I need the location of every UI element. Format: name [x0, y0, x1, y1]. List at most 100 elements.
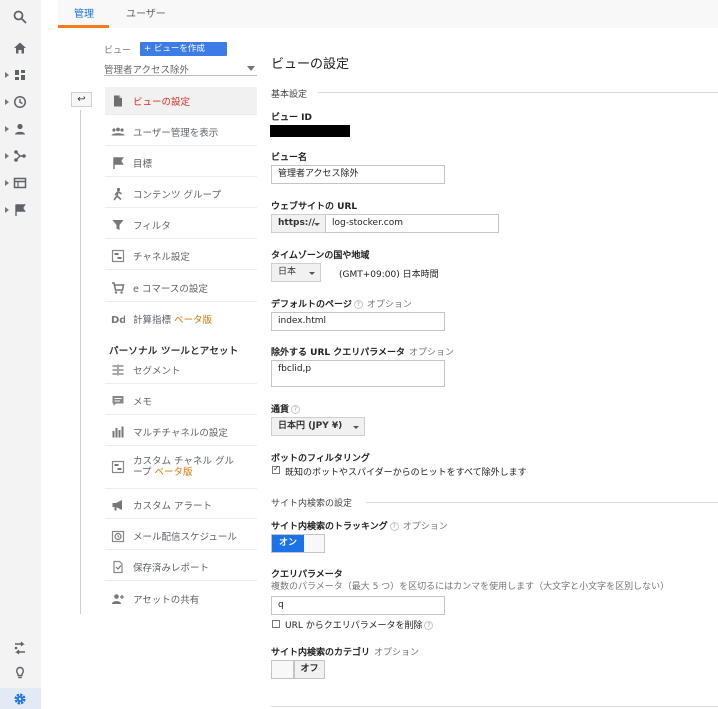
gear-icon[interactable] — [13, 692, 27, 706]
protocol-dropdown[interactable]: https:// — [271, 214, 326, 233]
exclude-query-params-textarea[interactable]: fbclid,p — [271, 360, 445, 387]
bot-filter-checkbox-label: 既知のボットやスパイダーからのヒットをすべて除外します — [285, 468, 527, 478]
menu-divider — [105, 518, 257, 519]
site-search-category-toggle[interactable]: オフ — [271, 660, 325, 679]
toggle-on-label: オン — [272, 535, 304, 552]
filter-icon — [112, 219, 124, 230]
redacted-view-id — [270, 125, 350, 137]
toggle-knob — [272, 661, 294, 678]
bot-filter-checkbox[interactable] — [272, 464, 280, 474]
menu-item-view-settings[interactable]: ビューの設定 — [105, 87, 257, 114]
home-icon[interactable] — [13, 41, 27, 55]
view-name-input[interactable]: 管理者アクセス除外 — [271, 165, 445, 184]
menu-item-segments[interactable]: セグメント — [105, 356, 257, 383]
chevron-down-icon — [309, 272, 315, 275]
menu-item-ecommerce-settings[interactable]: e コマースの設定 — [105, 274, 257, 301]
site-search-tracking-label: サイト内検索のトラッキング? オプション — [271, 522, 448, 532]
menu-item-label: ユーザー管理を表示 — [133, 127, 219, 139]
create-view-button[interactable]: + ビューを作成 — [140, 42, 227, 56]
menu-item-label: メモ — [133, 396, 153, 408]
menu-item-multichannel-settings[interactable]: マルチチャネルの設定 — [105, 418, 257, 445]
flag-icon[interactable] — [13, 203, 27, 217]
person-icon[interactable] — [13, 122, 27, 136]
menu-item-channel-settings[interactable]: チャネル設定 — [105, 242, 257, 269]
optional-label: オプション — [374, 648, 420, 658]
help-icon[interactable]: ? — [389, 522, 399, 531]
expand-caret-icon[interactable] — [5, 207, 9, 213]
bar-chart-icon — [112, 426, 124, 437]
megaphone-icon — [112, 499, 122, 510]
active-tab-indicator — [58, 25, 109, 28]
chevron-down-icon — [247, 66, 255, 71]
menu-item-label: カスタム アラート — [133, 500, 213, 512]
site-search-tracking-toggle[interactable]: オン — [271, 534, 325, 553]
menu-item-label: メール配信スケジュール — [133, 531, 237, 543]
menu-item-share-assets[interactable]: アセットの共有 — [105, 585, 257, 612]
share-person-icon — [112, 593, 124, 604]
basic-settings-section-label: 基本設定 — [271, 90, 308, 100]
menu-item-label: 目標 — [133, 158, 153, 170]
attribution-icon[interactable] — [13, 641, 27, 655]
expand-caret-icon[interactable] — [5, 180, 9, 186]
clock-icon[interactable] — [13, 95, 27, 109]
left-nav-rail — [0, 0, 41, 709]
help-icon[interactable]: ? — [424, 621, 434, 630]
expand-caret-icon[interactable] — [5, 72, 9, 78]
remove-query-param-checkbox[interactable] — [272, 620, 280, 628]
svg-text:Dd: Dd — [111, 315, 125, 326]
saved-doc-icon — [113, 560, 123, 573]
timezone-value[interactable]: (GMT+09:00) 日本時間 — [339, 267, 439, 280]
search-icon[interactable] — [13, 10, 27, 24]
expand-caret-icon[interactable] — [5, 153, 9, 159]
currency-dropdown[interactable]: 日本円 (JPY ¥) — [271, 417, 365, 436]
menu-item-label: チャネル設定 — [133, 251, 190, 263]
menu-item-calculated-metrics[interactable]: Dd 計算指標 ベータ版 — [105, 305, 257, 332]
cart-icon — [112, 281, 125, 294]
menu-item-goals[interactable]: 目標 — [105, 149, 257, 176]
menu-item-filters[interactable]: フィルタ — [105, 211, 257, 238]
acquisition-icon[interactable] — [13, 149, 27, 163]
optional-label: オプション — [366, 300, 412, 310]
currency-label: 通貨? — [271, 402, 301, 415]
page-title: ビューの設定 — [271, 57, 350, 72]
expand-caret-icon[interactable] — [5, 99, 9, 105]
exclude-query-params-label: 除外する URL クエリパラメータ オプション — [271, 348, 454, 358]
menu-divider — [105, 445, 257, 446]
expand-caret-icon[interactable] — [5, 126, 9, 132]
timezone-country-dropdown[interactable]: 日本 — [271, 263, 321, 282]
toggle-off-label: オフ — [294, 661, 324, 678]
tab-user[interactable]: ユーザー — [126, 5, 166, 20]
behavior-icon[interactable] — [13, 176, 27, 190]
analytics-admin-page: 管理 ユーザー ビュー + ビューを作成 管理者アクセス除外 ↩ ビューの設定 … — [0, 0, 718, 709]
view-selector[interactable]: 管理者アクセス除外 — [104, 62, 257, 76]
person-walk-icon — [113, 187, 122, 200]
menu-divider — [105, 269, 257, 270]
menu-item-content-grouping[interactable]: コンテンツ グループ — [105, 180, 257, 207]
back-arrow-button[interactable]: ↩ — [71, 92, 92, 107]
menu-item-email-schedule[interactable]: メール配信スケジュール — [105, 522, 257, 549]
dashboard-icon[interactable] — [13, 68, 27, 82]
segment-icon — [112, 364, 124, 375]
tab-admin[interactable]: 管理 — [74, 5, 94, 20]
menu-item-custom-alerts[interactable]: カスタム アラート — [105, 491, 257, 518]
lightbulb-icon[interactable] — [13, 666, 27, 680]
menu-divider — [105, 301, 257, 302]
chevron-down-icon — [353, 426, 359, 429]
website-url-input[interactable]: log-stocker.com — [325, 214, 499, 233]
menu-divider — [105, 114, 257, 115]
menu-item-label: カスタム チャネル グル ープ ベータ版 — [133, 456, 234, 478]
channel-icon — [111, 249, 125, 262]
menu-item-label: e コマースの設定 — [133, 283, 208, 295]
help-icon[interactable]: ? — [353, 300, 363, 309]
menu-divider — [105, 207, 257, 208]
menu-item-view-user-management[interactable]: ユーザー管理を表示 — [105, 118, 257, 145]
default-page-input[interactable]: index.html — [271, 312, 445, 331]
help-icon[interactable]: ? — [291, 405, 301, 414]
menu-item-custom-channel-grouping[interactable]: カスタム チャネル グル ープ ベータ版 — [105, 450, 257, 488]
view-picker-label: ビュー — [104, 46, 132, 56]
query-parameter-input[interactable]: q — [271, 596, 445, 615]
currency-value: 日本円 (JPY ¥) — [278, 421, 343, 431]
optional-label: オプション — [402, 522, 448, 532]
menu-item-annotations[interactable]: メモ — [105, 387, 257, 414]
menu-item-saved-reports[interactable]: 保存済みレポート — [105, 553, 257, 580]
